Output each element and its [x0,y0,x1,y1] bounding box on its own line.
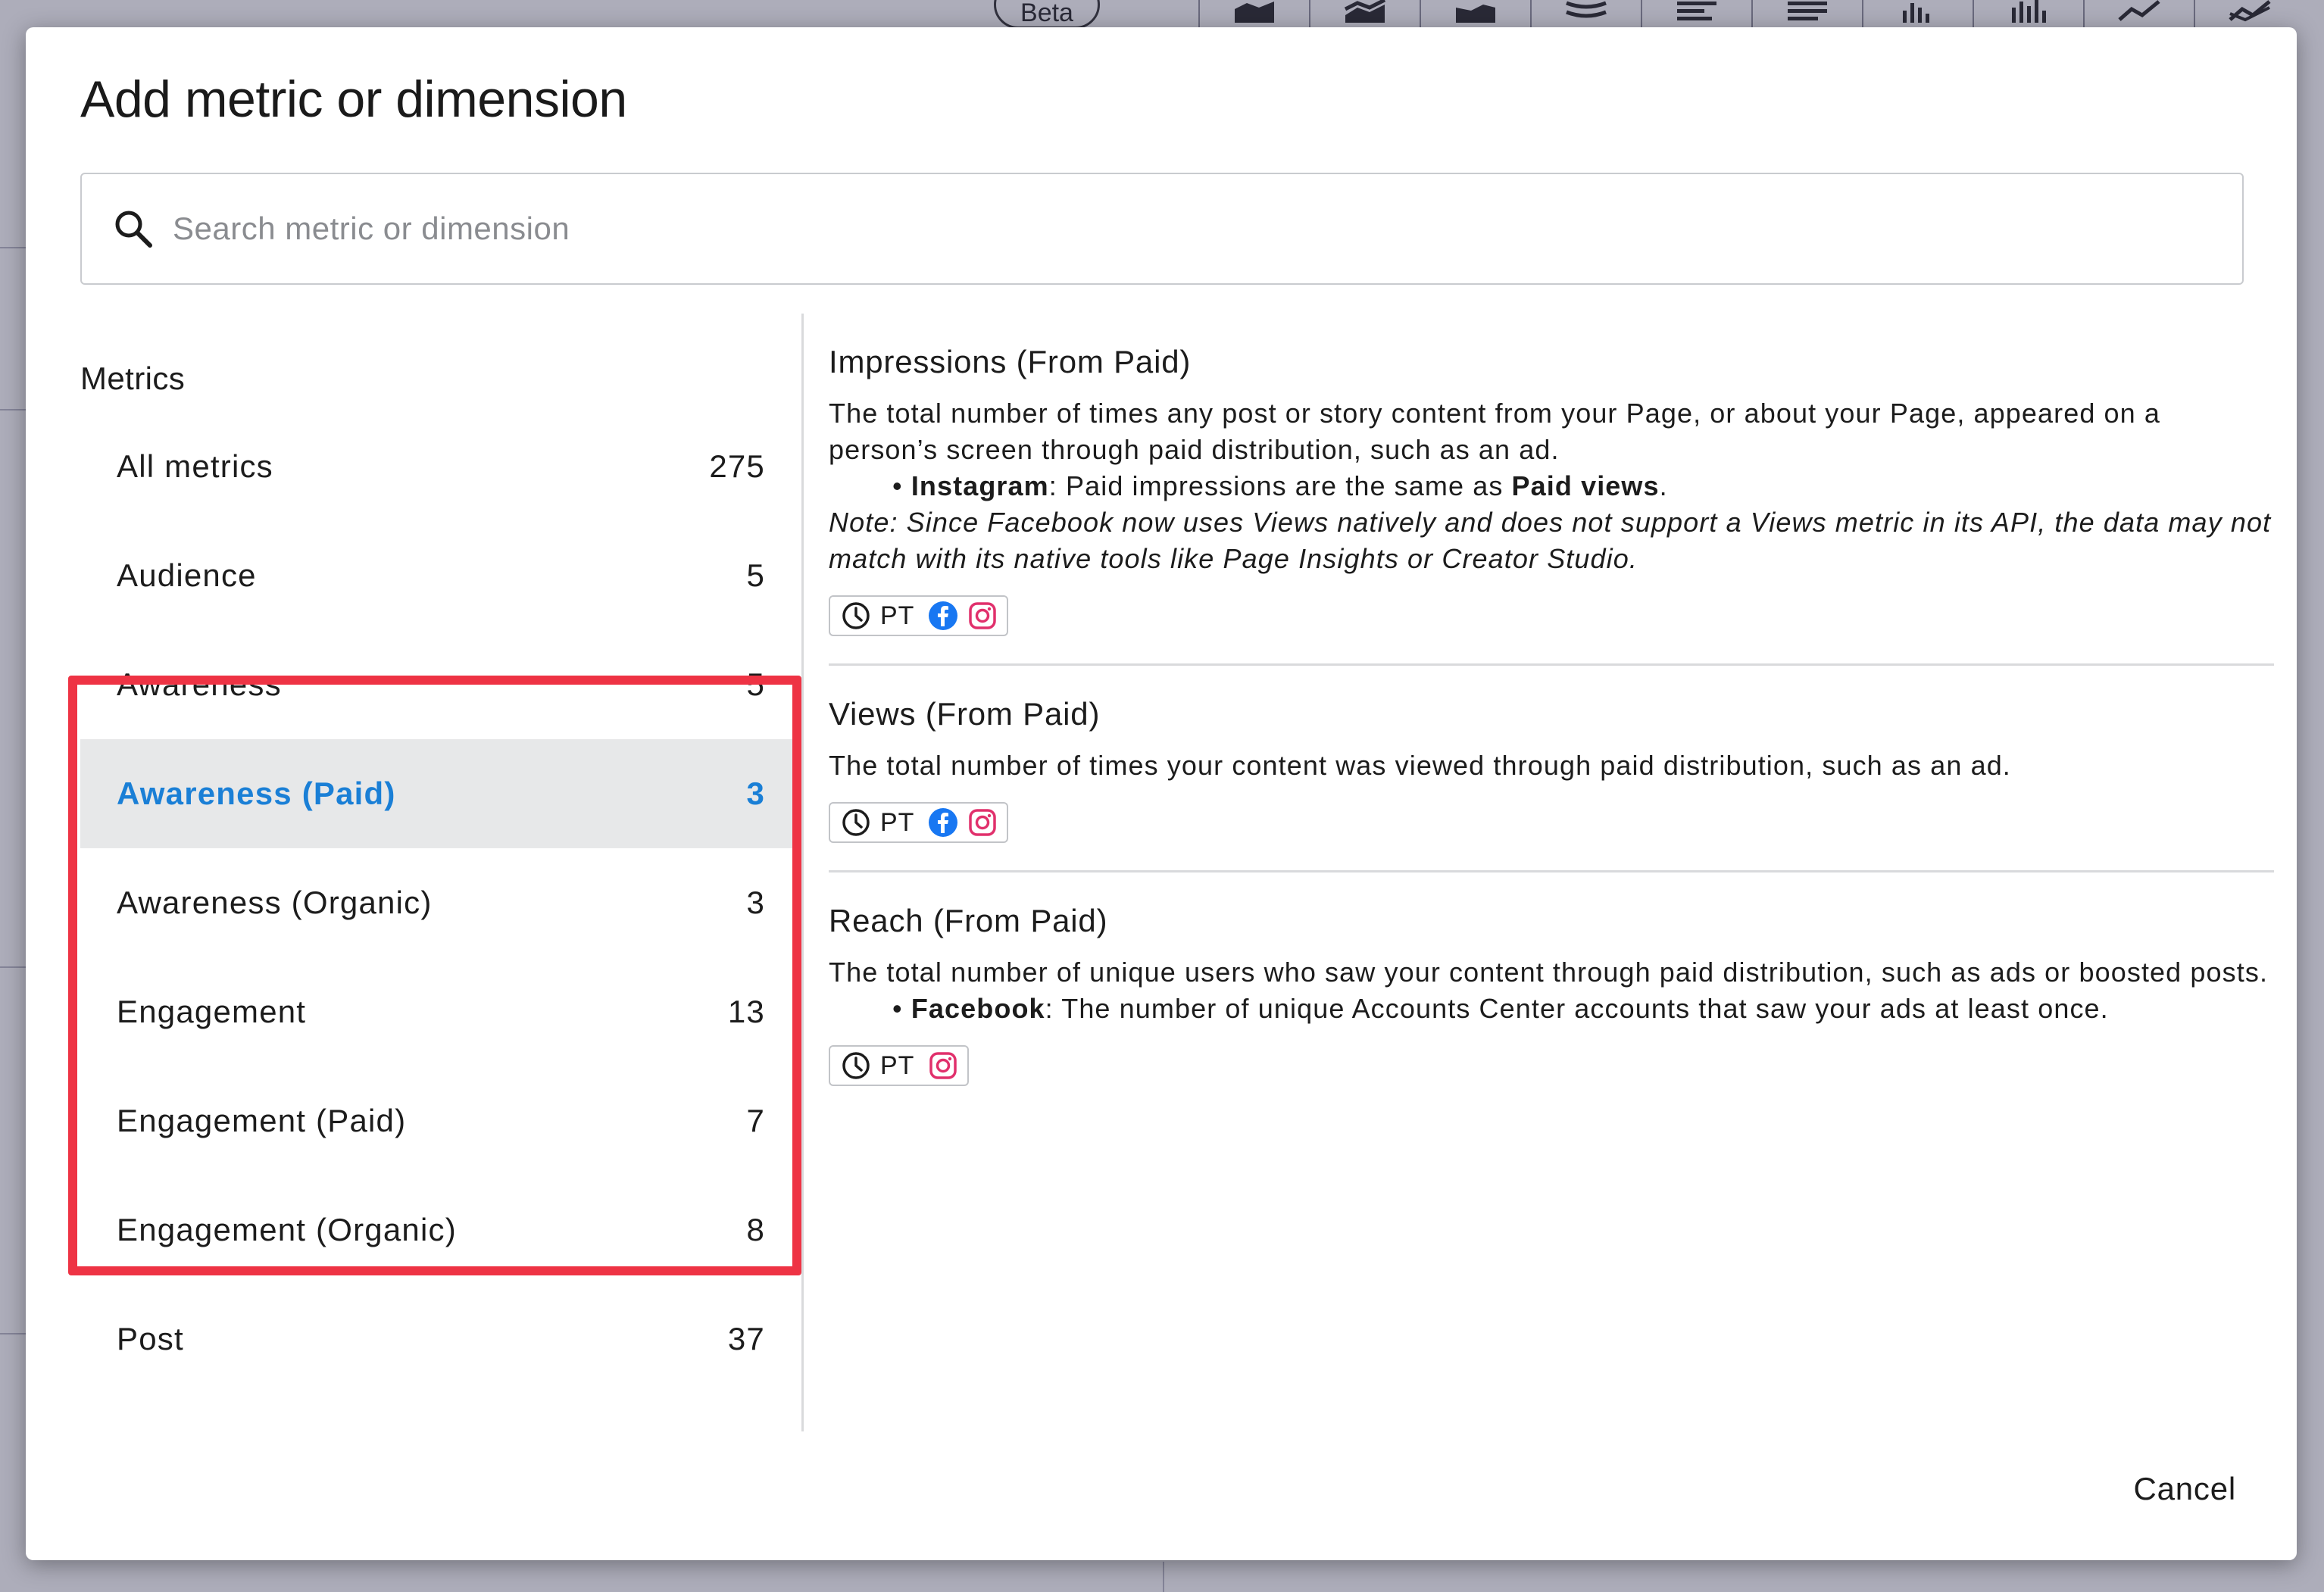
instagram-icon [967,807,998,838]
metric-item-impressions-paid[interactable]: Impressions (From Paid) The total number… [829,314,2274,666]
metric-item-views-paid[interactable]: Views (From Paid) The total number of ti… [829,666,2274,872]
timezone-label: PT [880,1050,915,1080]
cancel-button[interactable]: Cancel [2133,1471,2236,1507]
category-count: 3 [746,885,765,920]
category-label: Post Videos [117,1430,296,1431]
metric-title: Impressions (From Paid) [829,344,1192,379]
metric-note: Note: Since Facebook now uses Views nati… [829,507,2272,574]
search-input[interactable] [173,211,2242,247]
metric-description: The total number of unique users who saw… [829,957,2269,988]
category-item[interactable]: Awareness (Organic) 3 [80,848,801,957]
category-label: Engagement (Paid) [117,1103,407,1138]
metric-bullet: • Facebook: The number of unique Account… [892,993,2109,1024]
metric-description: The total number of times your content w… [829,750,2011,781]
category-label: Awareness (Paid) [117,776,396,811]
category-count: 13 [727,994,765,1029]
dialog-title: Add metric or dimension [80,70,627,128]
category-item[interactable]: Engagement (Organic) 8 [80,1175,801,1285]
category-item[interactable]: Engagement (Paid) 7 [80,1066,801,1175]
instagram-icon [967,601,998,631]
clock-icon [841,1050,871,1081]
search-icon [111,206,156,251]
timezone-label: PT [880,807,915,837]
category-item[interactable]: Post 37 [80,1285,801,1394]
metric-bullet-emphasis: Paid views [1511,470,1660,501]
instagram-icon [928,1050,958,1081]
category-count: 37 [727,1321,765,1356]
category-panel: Metrics All metrics 275 Audience 5 Awareness… [80,314,801,1431]
metric-bullet-text: : The number of unique Accounts Center a… [1045,993,2109,1024]
category-count: 275 [709,448,765,484]
metrics-section-heading: Metrics [80,361,186,396]
category-item[interactable]: Awareness 5 [80,630,801,739]
category-item[interactable]: Post Videos 7 [80,1394,801,1431]
category-count: 7 [746,1103,765,1138]
metric-bullet-platform: Facebook [911,993,1045,1024]
category-count: 5 [746,557,765,593]
category-label: Awareness [117,666,282,702]
category-label: Engagement (Organic) [117,1212,457,1247]
clock-icon [841,601,871,631]
clock-icon [841,807,871,838]
metric-source-tag: PT [829,802,1009,843]
category-count: 3 [746,776,765,811]
metric-title: Views (From Paid) [829,696,1101,732]
facebook-icon [928,807,958,838]
facebook-icon [928,601,958,631]
category-item[interactable]: Engagement 13 [80,957,801,1066]
metric-bullet: • Instagram: Paid impressions are the sa… [892,470,1668,501]
category-list: All metrics 275 Audience 5 Awareness 5 Awarene… [80,412,801,1431]
category-label: Post [117,1321,184,1356]
column-divider [801,314,804,1431]
category-label: All metrics [117,448,273,484]
category-label: Engagement [117,994,307,1029]
search-box[interactable] [80,173,2244,285]
category-item[interactable]: Awareness (Paid) 3 [80,739,801,848]
metric-source-tag: PT [829,595,1009,636]
timezone-label: PT [880,601,915,630]
metric-source-tag: PT [829,1045,970,1086]
metric-list: Impressions (From Paid) The total number… [829,314,2274,1113]
metric-title: Reach (From Paid) [829,903,1108,938]
metric-bullet-text: : Paid impressions are the same as [1048,470,1512,501]
add-metric-dialog: Add metric or dimension Metrics All metr… [26,27,2297,1560]
category-count: 7 [746,1430,765,1431]
metric-item-reach-paid[interactable]: Reach (From Paid) The total number of un… [829,872,2274,1113]
category-item[interactable]: Audience 5 [80,521,801,630]
category-label: Awareness (Organic) [117,885,433,920]
category-count: 5 [746,666,765,702]
category-item[interactable]: All metrics 275 [80,412,801,521]
metric-bullet-platform: Instagram [911,470,1049,501]
category-count: 8 [746,1212,765,1247]
metric-description: The total number of times any post or st… [829,398,2161,465]
metric-bullet-end: . [1659,470,1668,501]
category-label: Audience [117,557,257,593]
